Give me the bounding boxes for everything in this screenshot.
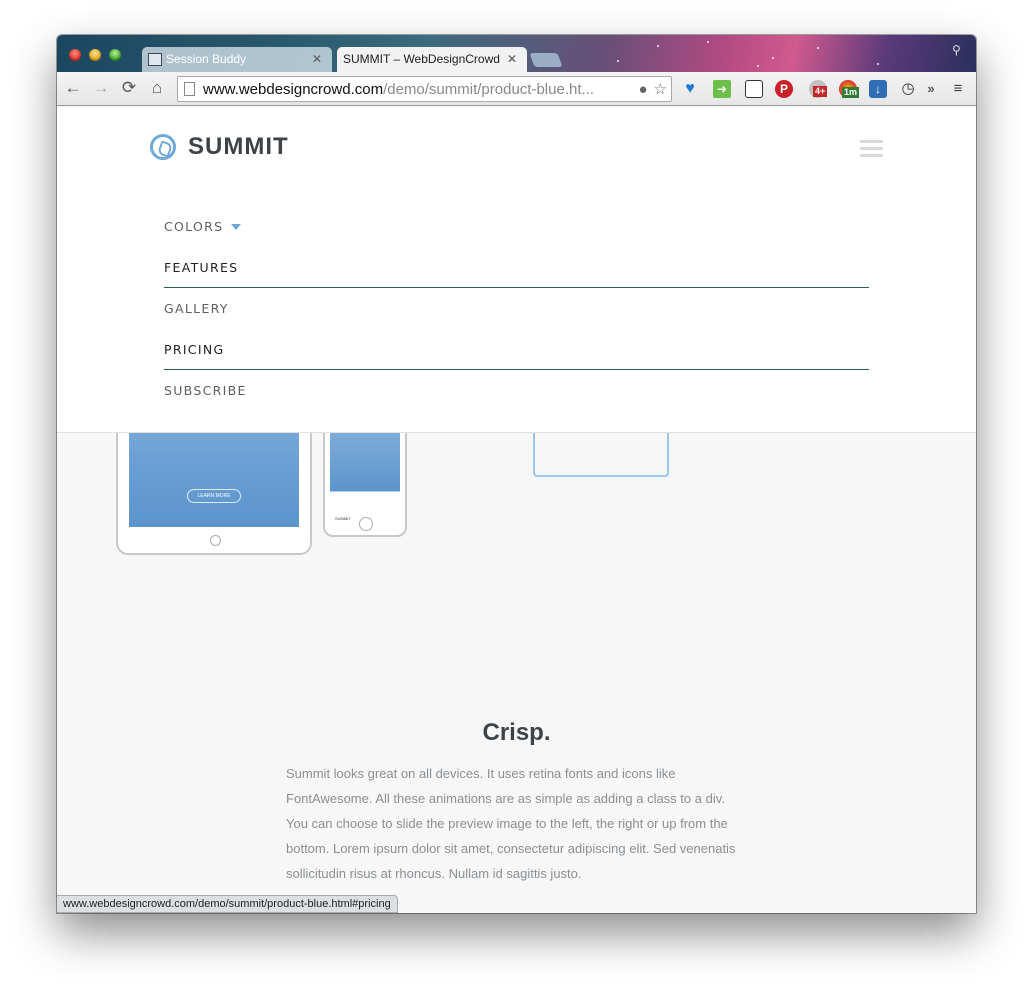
menu-item-colors[interactable]: COLORS — [164, 206, 869, 247]
tab-title: SUMMIT – WebDesignCrowd — [343, 52, 500, 66]
caret-down-icon — [231, 223, 242, 230]
session-buddy-extension-icon[interactable] — [745, 80, 763, 98]
phone-home-button — [359, 517, 373, 531]
weather-badge: 4+ — [813, 86, 828, 97]
url-host: www.webdesigncrowd.com — [203, 80, 384, 98]
minimize-window-button[interactable] — [89, 49, 101, 61]
timer-extension-icon[interactable]: 1m — [839, 80, 860, 98]
zoom-window-button[interactable] — [109, 49, 121, 61]
heart-extension-icon[interactable]: ♥ — [681, 80, 699, 98]
reload-button[interactable]: ⟳ — [119, 78, 139, 98]
status-bar-url: www.webdesigncrowd.com/demo/summit/produ… — [57, 895, 398, 913]
pinterest-icon[interactable]: P — [775, 80, 793, 98]
outline-button[interactable] — [533, 427, 669, 477]
address-bar[interactable]: www.webdesigncrowd.com/demo/summit/produ… — [177, 76, 672, 102]
menu-item-label: PRICING — [164, 342, 225, 357]
browser-window: Session Buddy ✕ SUMMIT – WebDesignCrowd … — [57, 35, 976, 913]
section-heading: Crisp. — [482, 719, 551, 746]
browser-toolbar: ← → ⟳ ⌂ www.webdesigncrowd.com/demo/summ… — [57, 72, 976, 106]
session-buddy-icon — [148, 53, 162, 66]
tab-title: Session Buddy — [166, 52, 247, 66]
clock-icon[interactable]: ◷ — [899, 80, 917, 98]
tab-session-buddy[interactable]: Session Buddy ✕ — [142, 47, 332, 72]
site-header-menu: SUMMIT COLORS FEATURES GALLERY PRICING S… — [57, 107, 976, 433]
menu-item-label: SUBSCRIBE — [164, 383, 247, 398]
home-button[interactable]: ⌂ — [147, 78, 167, 98]
page-icon — [184, 82, 195, 96]
close-tab-icon[interactable]: ✕ — [310, 47, 324, 72]
menu-item-features[interactable]: FEATURES — [164, 247, 869, 288]
learn-more-button: LEARN MORE — [187, 489, 241, 503]
phone-brand-label: SUMMIT — [335, 516, 351, 521]
tablet-home-button — [210, 535, 221, 546]
download-icon[interactable]: ↓ — [869, 80, 887, 98]
menu-item-subscribe[interactable]: SUBSCRIBE — [164, 370, 869, 411]
menu-item-gallery[interactable]: GALLERY — [164, 288, 869, 329]
menu-item-label: COLORS — [164, 219, 224, 234]
url-text[interactable]: www.webdesigncrowd.com/demo/summit/produ… — [203, 81, 638, 98]
web-page: LEARN MORE SUMMIT SUMMIT COLORS FEATURES… — [57, 107, 976, 913]
close-window-button[interactable] — [69, 49, 81, 61]
hamburger-menu-icon[interactable] — [860, 140, 883, 157]
tab-strip: Session Buddy ✕ SUMMIT – WebDesignCrowd … — [57, 35, 976, 72]
section-body: Summit looks great on all devices. It us… — [286, 766, 736, 881]
menu-item-label: GALLERY — [164, 301, 229, 316]
lightbulb-icon[interactable]: ● — [638, 81, 647, 98]
browser-menu-icon[interactable]: ≡ — [949, 80, 967, 98]
site-logo[interactable]: SUMMIT — [150, 133, 289, 161]
back-button[interactable]: ← — [63, 78, 83, 98]
forward-button[interactable]: → — [91, 78, 111, 98]
menu-item-pricing[interactable]: PRICING — [164, 329, 869, 370]
timer-badge: 1m — [842, 87, 860, 98]
close-tab-icon[interactable]: ✕ — [505, 47, 519, 72]
new-tab-button[interactable] — [529, 53, 563, 67]
bookmark-star-icon[interactable]: ☆ — [654, 80, 667, 98]
profile-icon[interactable]: ⚲ — [952, 43, 966, 57]
weather-extension-icon[interactable]: 4+ — [809, 80, 828, 98]
compass-icon — [150, 134, 176, 160]
menu-item-label: FEATURES — [164, 260, 239, 275]
forward-extension-icon[interactable]: ➜ — [713, 80, 731, 98]
nav-menu: COLORS FEATURES GALLERY PRICING SUBSCRIB… — [164, 206, 869, 411]
tab-summit[interactable]: SUMMIT – WebDesignCrowd ✕ — [337, 47, 527, 72]
extensions-overflow-button[interactable]: » — [924, 80, 938, 98]
logo-text: SUMMIT — [188, 133, 289, 160]
url-path: /demo/summit/product-blue.ht... — [383, 80, 595, 98]
